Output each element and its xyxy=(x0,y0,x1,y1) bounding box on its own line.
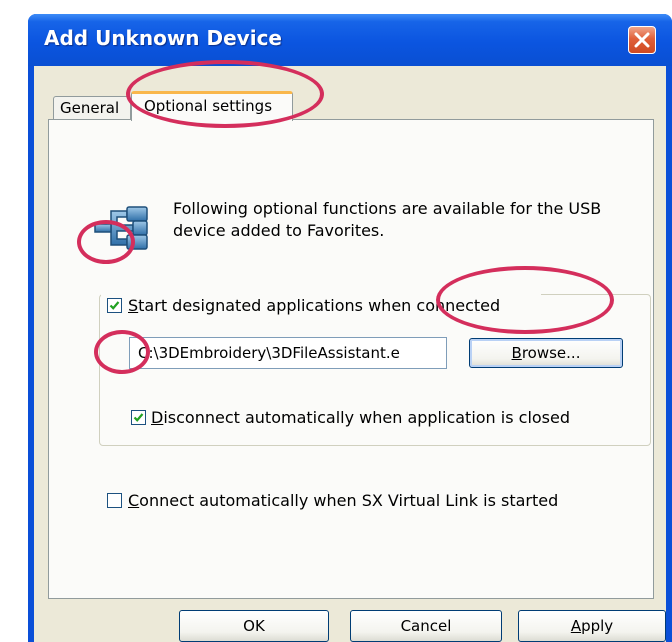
browse-mnemonic: B xyxy=(511,344,522,362)
application-path-input[interactable]: C:\3DEmbroidery\3DFileAssistant.e xyxy=(129,337,447,369)
tab-optional-settings-label: Optional settings xyxy=(144,97,273,115)
browse-button[interactable]: Browse... xyxy=(469,338,623,368)
connect-auto-label-text: onnect automatically when SX Virtual Lin… xyxy=(139,491,559,510)
tab-optional-settings[interactable]: Optional settings xyxy=(131,91,293,121)
check-icon xyxy=(133,413,144,422)
start-app-label[interactable]: Start designated applications when conne… xyxy=(128,296,500,316)
apply-label: pply xyxy=(581,617,614,635)
title-bar[interactable]: Add Unknown Device xyxy=(28,14,672,66)
dialog-window: Add Unknown Device General Optional sett… xyxy=(28,14,672,642)
apply-button[interactable]: Apply xyxy=(518,610,666,642)
window-title: Add Unknown Device xyxy=(44,26,282,50)
browse-label: rowse... xyxy=(521,344,581,362)
start-app-checkbox[interactable] xyxy=(107,298,122,313)
connect-auto-label[interactable]: Connect automatically when SX Virtual Li… xyxy=(128,491,558,511)
tab-general[interactable]: General xyxy=(53,96,131,120)
disconnect-label-text: isconnect automatically when application… xyxy=(163,408,571,427)
disconnect-checkbox[interactable] xyxy=(131,410,146,425)
ok-button[interactable]: OK xyxy=(179,610,329,642)
apply-mnemonic: A xyxy=(570,617,582,635)
check-icon xyxy=(109,301,120,310)
disconnect-label-mnemonic: D xyxy=(151,408,164,427)
optional-settings-panel: Following optional functions are availab… xyxy=(48,119,654,599)
disconnect-label[interactable]: Disconnect automatically when applicatio… xyxy=(151,408,570,428)
start-app-label-mnemonic: S xyxy=(128,296,139,315)
usb-device-icon xyxy=(94,206,148,250)
info-text: Following optional functions are availab… xyxy=(173,199,602,240)
connect-auto-label-mnemonic: C xyxy=(128,491,140,510)
tab-general-label: General xyxy=(60,99,120,117)
close-button[interactable] xyxy=(628,26,656,54)
close-icon xyxy=(634,32,650,48)
connect-auto-checkbox[interactable] xyxy=(107,493,122,508)
cancel-button[interactable]: Cancel xyxy=(350,610,502,642)
dialog-client-area: General Optional settings Following opti… xyxy=(34,66,666,642)
start-app-label-text: tart designated applications when connec… xyxy=(138,296,501,315)
